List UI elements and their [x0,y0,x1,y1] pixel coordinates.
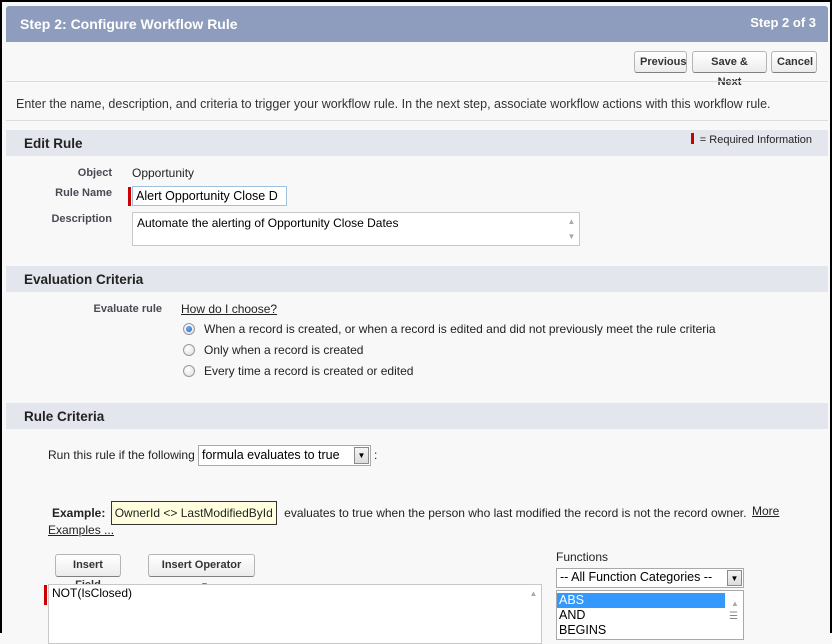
more-examples-link[interactable]: More [752,504,779,518]
scroll-thumb-icon[interactable]: ☰ [729,611,738,622]
function-option[interactable]: ABS [557,593,725,608]
scroll-up-icon[interactable]: ▲ [727,599,743,608]
functions-scrollbar[interactable]: ▲ ☰ [727,591,743,639]
page-title: Step 2: Configure Workflow Rule [20,16,238,32]
example-line: Example: OwnerId <> LastModifiedById eva… [52,501,792,525]
evaluation-option-every-time[interactable]: Every time a record is created or edited [183,364,413,378]
evaluation-option-created-or-edited-not-met[interactable]: When a record is created, or when a reco… [183,322,716,336]
section-title: Evaluation Criteria [24,272,144,287]
example-formula: OwnerId <> LastModifiedById [110,501,277,525]
insert-operator-button[interactable]: Insert Operator ▼ [148,554,255,590]
example-description: evaluates to true when the person who la… [284,506,747,520]
cancel-button[interactable]: Cancel [771,51,817,73]
run-rule-suffix: : [374,448,378,462]
rule-criteria-section-header: Rule Criteria [6,403,828,429]
insert-field-button[interactable]: Insert Field [55,554,121,591]
divider [6,120,828,121]
scroll-down-icon[interactable]: ▼ [564,232,579,241]
radio-button[interactable] [183,344,195,356]
rule-name-label: Rule Name [55,187,112,199]
required-legend: = Required Information [690,133,812,146]
formula-editor-textarea[interactable]: NOT(IsClosed) ▲ [48,584,542,644]
object-value: Opportunity [132,166,195,180]
chevron-down-icon[interactable]: ▼ [354,447,369,464]
intro-text: Enter the name, description, and criteri… [16,97,771,111]
required-marker-icon [44,585,47,605]
functions-label: Functions [556,550,609,564]
function-option[interactable]: BEGINS [557,623,725,638]
description-label: Description [51,213,112,225]
section-title: Edit Rule [24,136,83,151]
required-marker-icon [690,133,694,144]
save-next-button[interactable]: Save & Next [692,51,767,88]
run-rule-select[interactable]: formula evaluates to true ▼ [198,445,371,466]
chevron-down-icon[interactable]: ▼ [727,570,742,586]
how-do-i-choose-link[interactable]: How do I choose? [181,302,277,316]
radio-button[interactable] [183,365,195,377]
required-marker-icon [128,187,131,206]
scroll-up-icon[interactable]: ▲ [564,217,579,226]
description-textarea[interactable]: Automate the alerting of Opportunity Clo… [132,212,580,246]
evaluate-rule-label: Evaluate rule [93,303,162,315]
function-option[interactable]: AND [557,608,725,623]
previous-button[interactable]: Previous [634,51,687,73]
rule-name-input[interactable]: Alert Opportunity Close D [132,186,287,206]
more-examples-link-continued[interactable]: Examples ... [48,523,114,537]
workflow-rule-page: Step 2: Configure Workflow Rule Step 2 o… [0,0,832,644]
run-rule-prefix: Run this rule if the following [48,448,195,462]
section-title: Rule Criteria [24,409,105,424]
edit-rule-section-header: Edit Rule = Required Information [6,130,828,156]
evaluation-option-only-created[interactable]: Only when a record is created [183,343,363,357]
evaluation-criteria-section-header: Evaluation Criteria [6,266,828,292]
scroll-up-icon[interactable]: ▲ [526,589,541,598]
function-category-select[interactable]: -- All Function Categories -- ▼ [556,568,744,588]
object-label: Object [77,167,112,179]
page-header: Step 2: Configure Workflow Rule Step 2 o… [6,6,828,42]
divider [6,81,828,82]
radio-button-selected[interactable] [183,323,195,335]
formula-scrollbar[interactable]: ▲ [526,585,541,643]
example-label: Example: [52,506,106,520]
description-scrollbar[interactable]: ▲ ▼ [564,213,579,245]
step-indicator: Step 2 of 3 [750,15,816,30]
